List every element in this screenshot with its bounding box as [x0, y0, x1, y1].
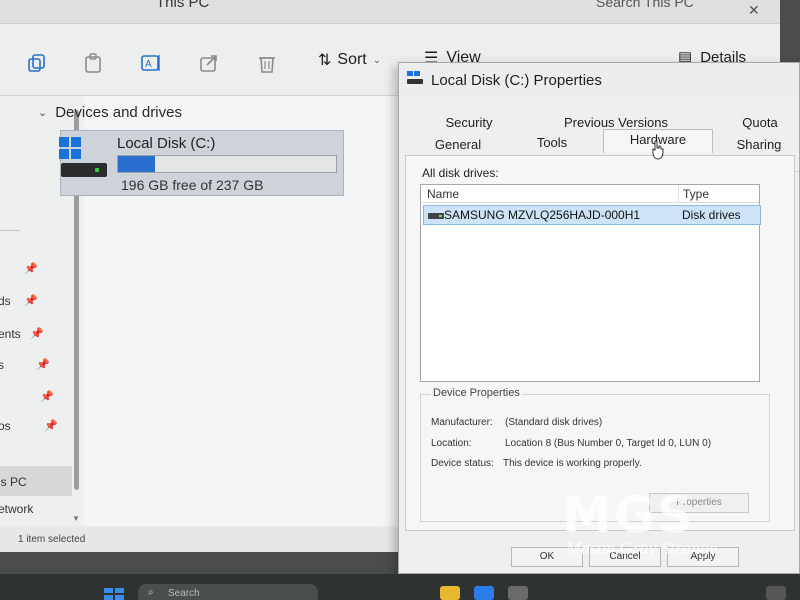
sort-icon: ⇅ [318, 52, 332, 69]
close-icon[interactable]: ✕ [748, 2, 760, 19]
drive-free-space: 196 GB free of 237 GB [121, 177, 264, 193]
edge-taskbar-icon[interactable] [474, 586, 494, 600]
delete-icon[interactable] [256, 52, 278, 74]
watermark-name: Mason Gray Strange [566, 538, 717, 558]
search-input[interactable]: Search This PC [596, 0, 694, 10]
manufacturer-value: (Standard disk drives) [505, 417, 603, 428]
drive-usage-fill [118, 156, 156, 172]
pin-icon: 📌 [36, 359, 50, 371]
hard-drive-icon [61, 163, 107, 177]
store-taskbar-icon[interactable] [508, 586, 528, 600]
column-header-name[interactable]: Name [427, 187, 459, 201]
device-properties-title: Device Properties [431, 387, 522, 399]
tab-general[interactable]: General [429, 135, 487, 155]
pin-icon: 📌 [44, 420, 58, 432]
list-header: Name Type [421, 185, 759, 203]
tab-quota[interactable]: Quota [735, 113, 785, 133]
sort-label: Sort [337, 51, 367, 68]
start-button-icon[interactable] [104, 588, 124, 600]
nav-item-downloads[interactable]: ds [0, 294, 11, 308]
watermark-logo: MGS [562, 486, 695, 544]
chevron-down-icon: ⌄ [372, 54, 382, 66]
device-status-label: Device status: [431, 458, 494, 469]
device-status-value: This device is working properly. [503, 458, 642, 469]
column-divider[interactable] [678, 185, 679, 203]
nav-item-documents[interactable]: ents [0, 327, 21, 341]
app-taskbar-icon[interactable] [766, 586, 786, 600]
taskbar-search[interactable]: ⌕ Search [138, 584, 318, 600]
manufacturer-label: Manufacturer: [431, 417, 493, 428]
hand-cursor-icon [652, 140, 664, 160]
drive-model-name: SAMSUNG MZVLQ256HAJD-000H1 [444, 208, 641, 222]
svg-text:A: A [145, 59, 152, 70]
taskbar: ⌕ Search [0, 574, 800, 600]
rename-icon[interactable]: A [140, 52, 162, 74]
pin-icon: 📌 [30, 328, 44, 340]
explorer-titlebar: This PC Search This PC ✕ [0, 0, 780, 24]
share-icon[interactable] [198, 52, 220, 74]
nav-item-pictures[interactable]: s [0, 358, 4, 372]
taskbar-search-text: Search [168, 588, 200, 599]
disk-drives-list[interactable]: Name Type SAMSUNG MZVLQ256HAJD-000H1 Dis… [420, 184, 761, 382]
drive-icon [407, 71, 423, 84]
nav-item-videos[interactable]: os [0, 419, 11, 433]
sort-button[interactable]: ⇅ Sort ⌄ [318, 50, 381, 70]
all-disk-drives-label: All disk drives: [422, 166, 499, 180]
location-value: Location 8 (Bus Number 0, Target Id 0, L… [505, 438, 712, 449]
window-title: This PC [156, 0, 210, 11]
dialog-title: Local Disk (C:) Properties [431, 72, 602, 89]
nav-divider [0, 230, 20, 231]
pin-icon: 📌 [24, 263, 38, 275]
location-label: Location: [431, 438, 472, 449]
tab-tools[interactable]: Tools [529, 133, 575, 153]
disk-drive-icon [428, 213, 444, 219]
search-icon: ⌕ [148, 587, 154, 598]
paste-icon[interactable] [82, 52, 104, 74]
status-text: 1 item selected [18, 534, 86, 545]
devices-and-drives-header[interactable]: ⌄ Devices and drives [38, 104, 182, 121]
dialog-titlebar[interactable]: Local Disk (C:) Properties [399, 63, 799, 97]
windows-logo-icon [59, 137, 81, 159]
pin-icon: 📌 [24, 295, 38, 307]
list-item[interactable]: SAMSUNG MZVLQ256HAJD-000H1 Disk drives [423, 205, 761, 225]
scroll-down-icon[interactable]: ▼ [72, 514, 80, 523]
tab-sharing[interactable]: Sharing [729, 135, 789, 155]
drive-item-local-disk-c[interactable]: Local Disk (C:) 196 GB free of 237 GB [59, 130, 344, 196]
drive-usage-bar [117, 155, 337, 173]
copy-icon[interactable] [26, 52, 48, 74]
pin-icon: 📌 [40, 391, 54, 403]
chevron-down-icon: ⌄ [38, 107, 48, 119]
drive-type: Disk drives [682, 208, 741, 222]
column-header-type[interactable]: Type [683, 187, 709, 201]
tab-security[interactable]: Security [439, 113, 499, 133]
hardware-tab-panel: All disk drives: Name Type SAMSUNG MZVLQ… [405, 155, 795, 531]
drive-name: Local Disk (C:) [117, 135, 216, 152]
group-title: Devices and drives [55, 104, 182, 121]
nav-item-this-pc[interactable]: is PC [0, 475, 27, 489]
nav-item-network[interactable]: etwork [0, 502, 33, 516]
file-explorer-taskbar-icon[interactable] [440, 586, 460, 600]
